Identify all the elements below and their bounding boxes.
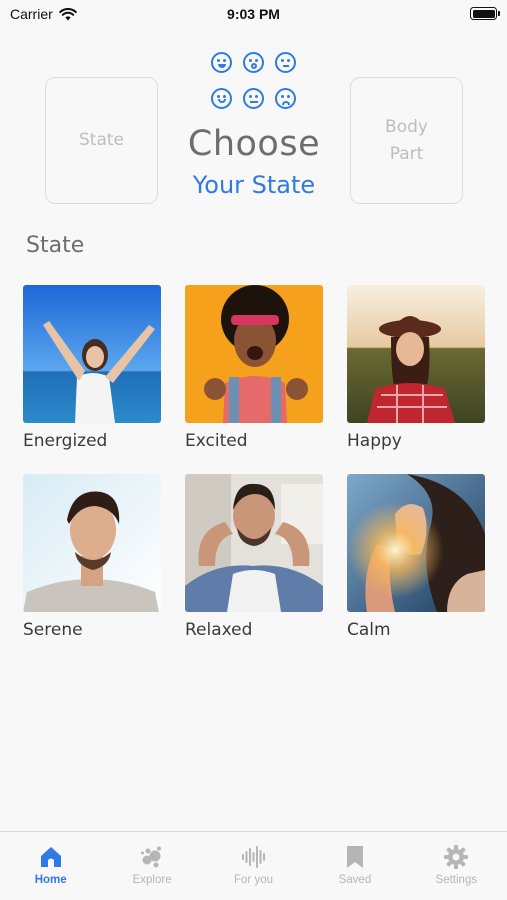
state-tile-energized[interactable]: Energized xyxy=(23,285,161,451)
sad-face-icon xyxy=(275,88,296,109)
state-label: Happy xyxy=(347,431,402,451)
status-bar: Carrier 9:03 PM xyxy=(0,0,507,28)
energized-photo xyxy=(23,285,161,423)
surprised-face-icon xyxy=(243,52,264,73)
tab-for-you[interactable]: For you xyxy=(203,832,304,900)
state-tile-relaxed[interactable]: Relaxed xyxy=(185,474,323,640)
tab-explore[interactable]: Explore xyxy=(101,832,202,900)
neutral-face-icon xyxy=(275,52,296,73)
serene-photo xyxy=(23,474,161,612)
state-card-button[interactable]: State xyxy=(45,77,158,204)
state-label: Serene xyxy=(23,620,83,640)
page-subtitle: Your State xyxy=(192,171,316,199)
body-part-card-label: Body Part xyxy=(385,116,428,164)
tab-settings[interactable]: Settings xyxy=(406,832,507,900)
tab-label: Saved xyxy=(338,874,372,886)
tab-home[interactable]: Home xyxy=(0,832,101,900)
tab-saved[interactable]: Saved xyxy=(304,832,405,900)
tab-label: Settings xyxy=(435,874,478,886)
tab-label: Home xyxy=(34,874,67,886)
battery-icon xyxy=(470,7,500,20)
tab-label: For you xyxy=(234,874,274,886)
home-icon xyxy=(40,847,61,867)
waveform-icon xyxy=(241,846,265,868)
section-title: State xyxy=(26,233,85,258)
tab-label: Explore xyxy=(132,874,172,886)
state-label: Energized xyxy=(23,431,108,451)
laughing-face-icon xyxy=(211,52,232,73)
state-tile-excited[interactable]: Excited xyxy=(185,285,323,451)
mood-emoji-grid xyxy=(209,50,299,112)
explore-icon xyxy=(141,846,162,868)
state-label: Calm xyxy=(347,620,391,640)
tab-bar: Home Explore For you Saved Settings xyxy=(0,831,507,900)
relaxed-photo xyxy=(185,474,323,612)
excited-photo xyxy=(185,285,323,423)
bookmark-icon xyxy=(346,846,363,868)
smiling-face-icon xyxy=(211,88,232,109)
gear-icon xyxy=(444,845,469,869)
state-tile-serene[interactable]: Serene xyxy=(23,474,161,640)
state-label: Relaxed xyxy=(185,620,253,640)
page-title: Choose xyxy=(187,124,321,164)
blank-face-icon xyxy=(243,88,264,109)
state-card-label: State xyxy=(79,130,124,150)
state-tile-calm[interactable]: Calm xyxy=(347,474,485,640)
state-label: Excited xyxy=(185,431,248,451)
status-time: 9:03 PM xyxy=(227,6,280,22)
state-tile-happy[interactable]: Happy xyxy=(347,285,485,451)
body-part-card-button[interactable]: Body Part xyxy=(350,77,463,204)
happy-photo xyxy=(347,285,485,423)
calm-photo xyxy=(347,474,485,612)
